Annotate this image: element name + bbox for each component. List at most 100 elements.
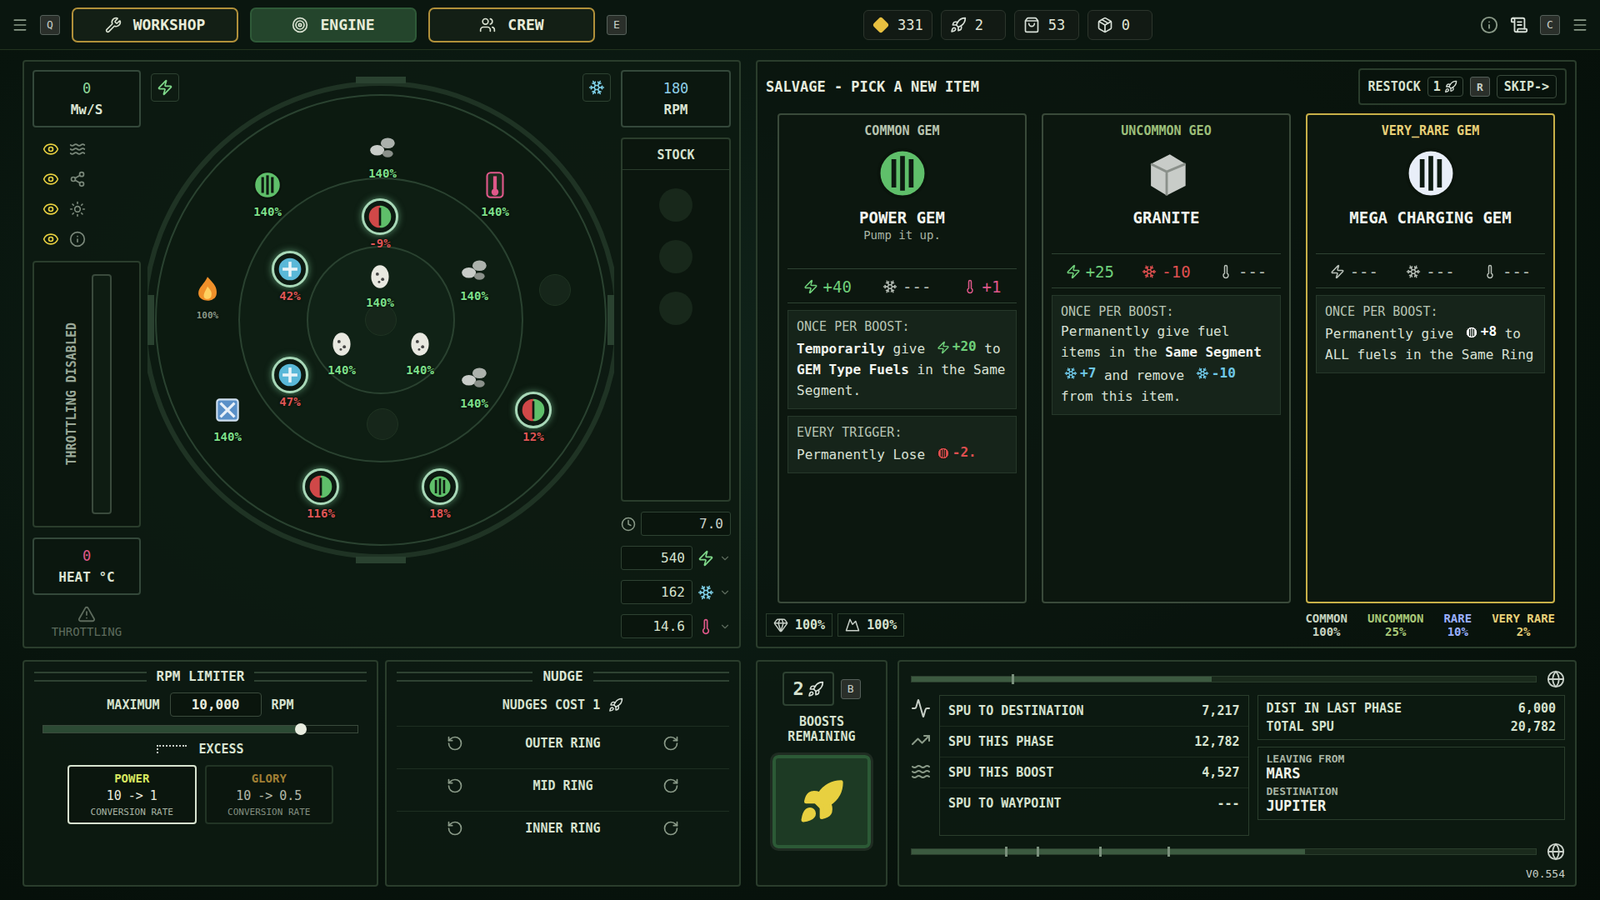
nudge-row: INNER RING xyxy=(396,810,730,845)
nav-tab[interactable]: CREW xyxy=(428,7,595,43)
rpm-max-field[interactable]: 10,000 xyxy=(170,692,262,717)
fuel-item[interactable]: 140% xyxy=(455,250,493,303)
stock-slot[interactable] xyxy=(659,188,693,222)
fuel-item[interactable]: 140% xyxy=(455,358,493,410)
throttling-warning: THROTTLING xyxy=(32,605,141,639)
fuel-item[interactable]: 116% xyxy=(302,468,340,520)
chevron-icon[interactable] xyxy=(719,586,731,599)
eye-icon xyxy=(42,170,60,188)
fuel-item[interactable]: 140% xyxy=(209,391,246,444)
throttle-label: THROTTLING DISABLED xyxy=(61,274,82,515)
info-icon[interactable] xyxy=(1480,15,1499,35)
item-card[interactable]: UNCOMMON GEOGRANITE+25-10---ONCE PER BOO… xyxy=(1041,113,1291,604)
route-progress xyxy=(910,848,1537,855)
menu-icon[interactable] xyxy=(11,16,29,34)
links-icon xyxy=(69,170,86,188)
eye-icon xyxy=(42,230,60,248)
chevron-icon[interactable] xyxy=(719,620,731,633)
salvage-bonus: 100% xyxy=(765,613,833,637)
fuel-item[interactable]: 47% xyxy=(271,356,309,409)
rotate-left-button[interactable] xyxy=(446,735,464,752)
chevron-icon[interactable] xyxy=(719,552,731,565)
engine-reading: 540 xyxy=(620,545,731,570)
stock-slot[interactable] xyxy=(659,240,693,274)
nav-tab[interactable]: WORKSHOP xyxy=(71,7,239,43)
conversion-mode[interactable]: GLORY10->0.5CONVERSION RATE xyxy=(205,765,335,825)
rpm-slider[interactable] xyxy=(42,725,359,734)
filter-toggle[interactable] xyxy=(42,167,141,191)
item-effect: ONCE PER BOOST:Permanently give +8 to AL… xyxy=(1315,295,1545,374)
cooling-toggle[interactable] xyxy=(582,73,611,102)
fuel-item[interactable]: 100% xyxy=(189,271,226,321)
gem-icon xyxy=(1465,325,1479,340)
item-effect: ONCE PER BOOST:Permanently give fuel ite… xyxy=(1051,295,1281,415)
split-gem-icon xyxy=(520,396,547,424)
fuel-item[interactable]: 140% xyxy=(476,166,514,219)
fuel-item[interactable]: 140% xyxy=(364,128,401,180)
bars-icon[interactable] xyxy=(910,761,931,782)
resource-counter: 0 xyxy=(1087,10,1153,40)
gem-icon xyxy=(251,169,284,201)
mega-icon xyxy=(1402,145,1460,202)
cross-gem-icon xyxy=(276,255,304,283)
fuel-item[interactable]: 42% xyxy=(271,250,309,303)
key-hint: B xyxy=(840,679,861,700)
log-icon[interactable] xyxy=(1510,15,1529,35)
boost-button[interactable] xyxy=(770,752,874,851)
rotate-left-icon xyxy=(446,777,464,795)
fuel-item[interactable]: 18% xyxy=(421,468,459,520)
rotate-left-icon xyxy=(446,820,464,837)
fuel-item[interactable]: 140% xyxy=(361,257,399,310)
conversion-mode[interactable]: POWER10->1CONVERSION RATE xyxy=(67,765,197,825)
nav-tab[interactable]: ENGINE xyxy=(250,7,417,43)
nudge-panel: NUDGENUDGES COST 1OUTER RINGMID RINGINNE… xyxy=(385,660,741,887)
spu-stats: SPU TO DESTINATION7,217SPU THIS PHASE12,… xyxy=(939,695,1250,836)
egg-icon xyxy=(325,327,358,360)
chart-icon[interactable] xyxy=(910,730,931,750)
heat-icon xyxy=(1218,264,1234,280)
journey-panel: SPU TO DESTINATION7,217SPU THIS PHASE12,… xyxy=(897,660,1577,887)
fuel-item[interactable]: 140% xyxy=(401,325,439,377)
split-gem-icon xyxy=(307,473,335,500)
power-toggle[interactable] xyxy=(150,73,180,102)
rotate-left-button[interactable] xyxy=(446,777,464,795)
filter-toggle[interactable] xyxy=(42,227,141,251)
rocks-icon xyxy=(458,253,490,285)
coolant-icon xyxy=(1405,264,1421,280)
skip-button[interactable]: SKIP-> xyxy=(1496,75,1557,99)
empty-slot[interactable] xyxy=(539,274,571,306)
heat-icon xyxy=(697,618,715,635)
view-filters xyxy=(32,137,141,251)
activity-icon[interactable] xyxy=(910,698,931,719)
game-screen: QWORKSHOPENGINECREWE3312530C0Mw/STHROTTL… xyxy=(0,0,1600,900)
rotate-right-button[interactable] xyxy=(662,820,680,837)
rotate-right-button[interactable] xyxy=(662,777,680,795)
power-icon xyxy=(936,340,950,355)
item-effect: EVERY TRIGGER:Permanently Lose -2. xyxy=(787,415,1017,474)
gem-icon xyxy=(874,145,931,202)
empty-slot[interactable] xyxy=(366,408,399,440)
tab-icon xyxy=(291,16,309,34)
power-icon xyxy=(1065,264,1081,280)
rotate-right-button[interactable] xyxy=(662,735,680,752)
key-hint: E xyxy=(606,15,627,35)
engine-reading: 162 xyxy=(620,580,731,605)
fuel-item[interactable]: -9% xyxy=(361,198,399,250)
restock-button[interactable]: 1 xyxy=(1427,76,1464,97)
fuel-item[interactable]: 12% xyxy=(515,391,552,444)
menu-icon[interactable] xyxy=(1571,16,1589,34)
timer-row: 7.0 xyxy=(620,511,731,536)
gem-icon xyxy=(426,473,454,500)
filter-toggle[interactable] xyxy=(42,197,141,221)
egg-icon xyxy=(404,327,436,360)
rpm-readout: 180RPM xyxy=(620,70,731,128)
filter-toggle[interactable] xyxy=(42,137,141,161)
item-card[interactable]: VERY_RARE GEMMEGA CHARGING GEM---------O… xyxy=(1305,113,1555,604)
stock-slot[interactable] xyxy=(659,291,693,325)
fuel-item[interactable]: 140% xyxy=(323,325,360,377)
item-card[interactable]: COMMON GEMPOWER GEMPump it up.+40---+1ON… xyxy=(777,113,1027,604)
bag-icon xyxy=(1023,16,1040,34)
fuel-item[interactable]: 140% xyxy=(249,166,286,219)
item-effect: ONCE PER BOOST:Temporarily give +20 to G… xyxy=(787,310,1017,410)
rotate-left-button[interactable] xyxy=(446,820,464,837)
